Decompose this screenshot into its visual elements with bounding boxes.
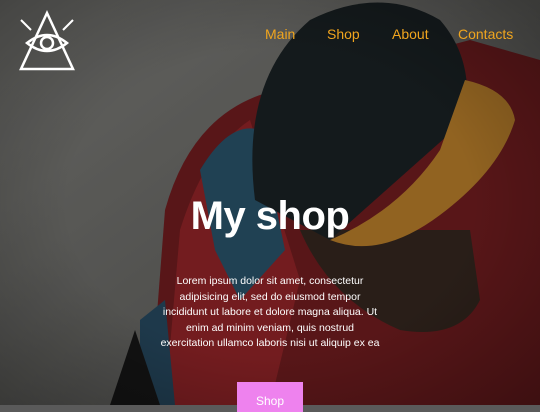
nav-link-shop[interactable]: Shop — [327, 26, 360, 42]
eye-triangle-icon[interactable] — [18, 10, 76, 72]
shop-button[interactable]: Shop — [237, 382, 303, 412]
nav-link-about[interactable]: About — [392, 26, 429, 42]
hero-description: Lorem ipsum dolor sit amet, consectetur … — [160, 275, 380, 349]
nav-link-contacts[interactable]: Contacts — [458, 26, 513, 42]
hero-title: My shop — [190, 194, 350, 238]
top-nav: Main Shop About Contacts — [0, 0, 540, 72]
nav-link-main[interactable]: Main — [265, 26, 295, 42]
